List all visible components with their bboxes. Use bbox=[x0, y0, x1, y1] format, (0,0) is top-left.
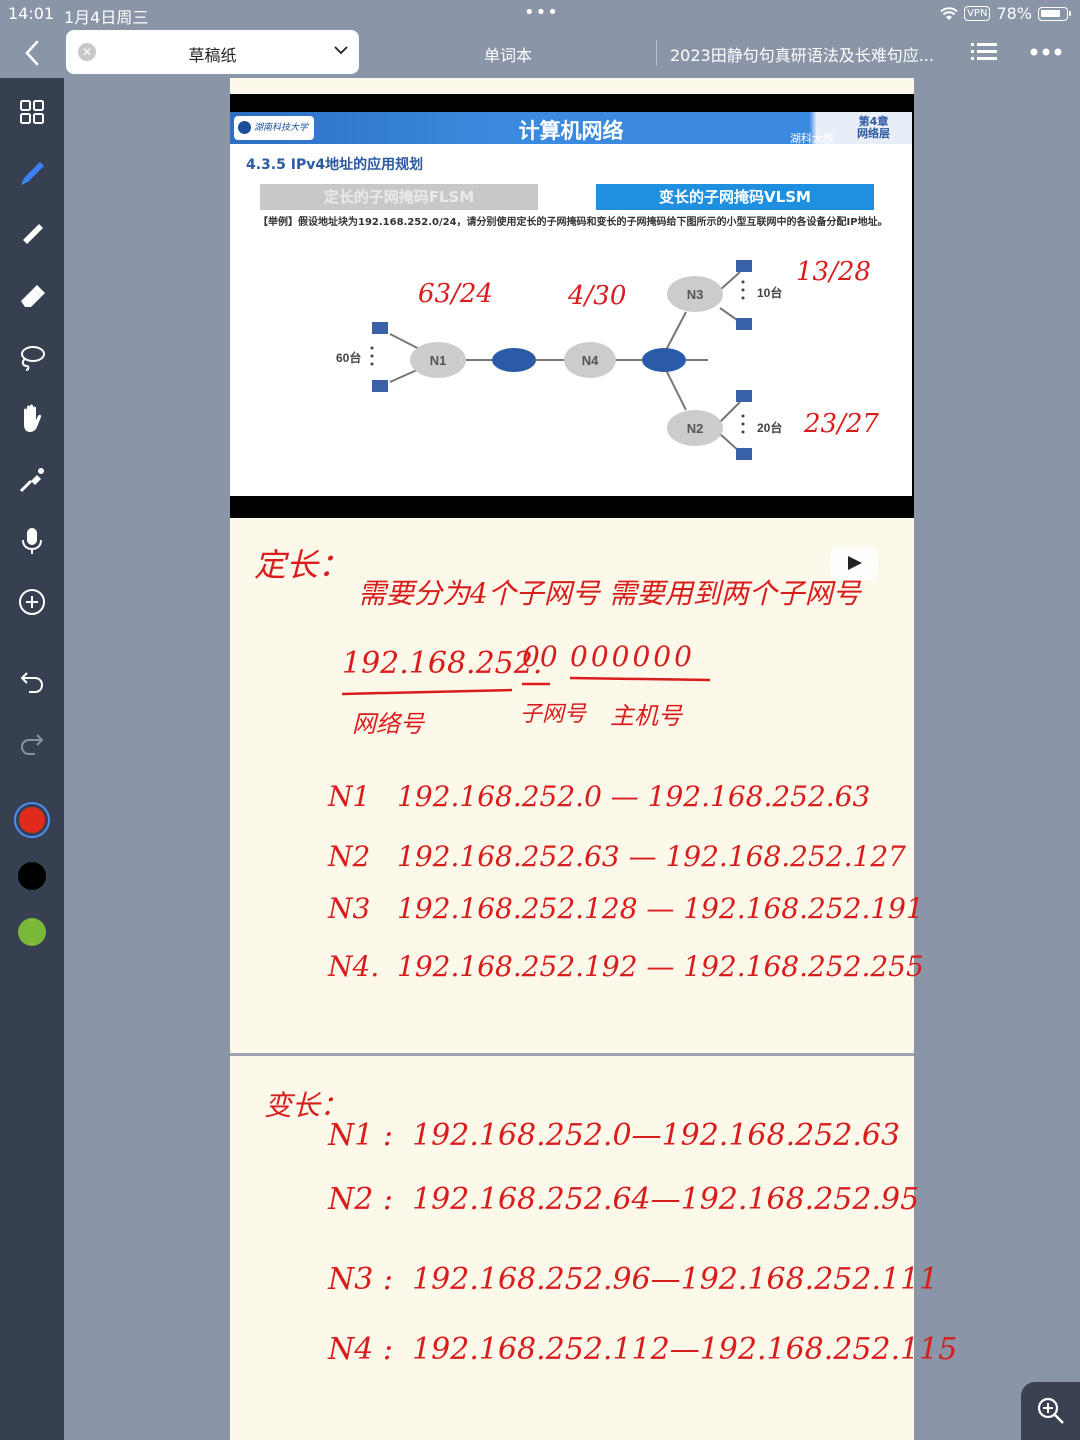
vpn-badge: VPN bbox=[964, 6, 991, 21]
color-swatch-black[interactable] bbox=[18, 862, 46, 890]
lasso-icon[interactable] bbox=[14, 339, 50, 375]
tab-divider bbox=[656, 40, 657, 66]
status-right: VPN 78% bbox=[940, 4, 1071, 23]
tab-label: 草稿纸 bbox=[188, 46, 237, 65]
vlsm-row-3: N3 : 192.168.252.96—192.168.252.111 bbox=[328, 1262, 939, 1297]
label-network: 网络号 bbox=[352, 710, 424, 738]
vlsm-row-2: N2 : 192.168.252.64—192.168.252.95 bbox=[328, 1182, 920, 1217]
label-subnet: 子网号 bbox=[520, 702, 587, 727]
color-swatch-red[interactable] bbox=[14, 802, 50, 838]
status-time: 14:01 bbox=[8, 4, 55, 23]
battery-icon bbox=[1038, 6, 1071, 21]
flsm-row-4: N4. 192.168.252.192 — 192.168.252.255 bbox=[328, 950, 924, 983]
label-host: 主机号 bbox=[610, 702, 682, 730]
page-break bbox=[230, 1053, 914, 1056]
flsm-row-1: N1 192.168.252.0 — 192.168.252.63 bbox=[328, 780, 871, 813]
vlsm-row-4: N4 : 192.168.252.112—192.168.252.115 bbox=[328, 1332, 958, 1367]
more-icon[interactable] bbox=[1030, 48, 1062, 56]
handwritten-notes: 定长： 需要分为4个子网号 需要用到两个子网号 192.168.252. 00 … bbox=[230, 78, 957, 1440]
status-date: 1月4日周三 bbox=[64, 8, 149, 27]
pen-tool-icon[interactable] bbox=[14, 156, 50, 192]
wifi-icon bbox=[940, 6, 958, 20]
flsm-row-2: N2 192.168.252.63 — 192.168.252.127 bbox=[328, 840, 906, 873]
status-bar: 14:01 1月4日周三 ••• VPN 78% bbox=[0, 0, 1080, 28]
zoom-in-icon bbox=[1037, 1397, 1064, 1424]
laser-pointer-icon[interactable] bbox=[14, 462, 50, 498]
grid-view-icon[interactable] bbox=[14, 94, 50, 130]
tab-draft-paper[interactable]: ✕ 草稿纸 bbox=[66, 30, 359, 74]
undo-icon[interactable] bbox=[14, 664, 50, 700]
list-icon[interactable] bbox=[970, 40, 998, 64]
chevron-left-icon bbox=[25, 40, 39, 66]
microphone-icon[interactable] bbox=[14, 523, 50, 559]
battery-percent: 78% bbox=[996, 4, 1032, 23]
highlighter-icon[interactable] bbox=[14, 217, 50, 253]
eraser-icon[interactable] bbox=[14, 278, 50, 314]
note-page[interactable]: 湖南科技大学 计算机网络 湖科大教 第4章 网络层 4.3.5 IPv4地址的应… bbox=[230, 78, 957, 1440]
tab-vocabulary[interactable]: 单词本 bbox=[430, 42, 586, 66]
add-icon[interactable] bbox=[14, 584, 50, 620]
tab-grammar-book[interactable]: 2023田静句句真研语法及长难句应... bbox=[670, 42, 942, 66]
color-swatch-green[interactable] bbox=[18, 918, 46, 946]
chevron-down-icon[interactable] bbox=[333, 42, 349, 58]
flsm-row-3: N3 192.168.252.128 — 192.168.252.191 bbox=[328, 892, 924, 925]
vlsm-row-1: N1 : 192.168.252.0—192.168.252.63 bbox=[328, 1118, 901, 1153]
zoom-button[interactable] bbox=[1021, 1382, 1080, 1440]
back-button[interactable] bbox=[14, 36, 50, 70]
tool-sidebar bbox=[0, 78, 64, 1440]
underline-strokes bbox=[341, 676, 711, 696]
hand-icon[interactable] bbox=[14, 400, 50, 436]
multitask-dots-icon[interactable]: ••• bbox=[524, 2, 559, 23]
tab-bar: ✕ 草稿纸 单词本 2023田静句句真研语法及长难句应... bbox=[0, 28, 1080, 78]
redo-icon[interactable] bbox=[14, 726, 50, 762]
